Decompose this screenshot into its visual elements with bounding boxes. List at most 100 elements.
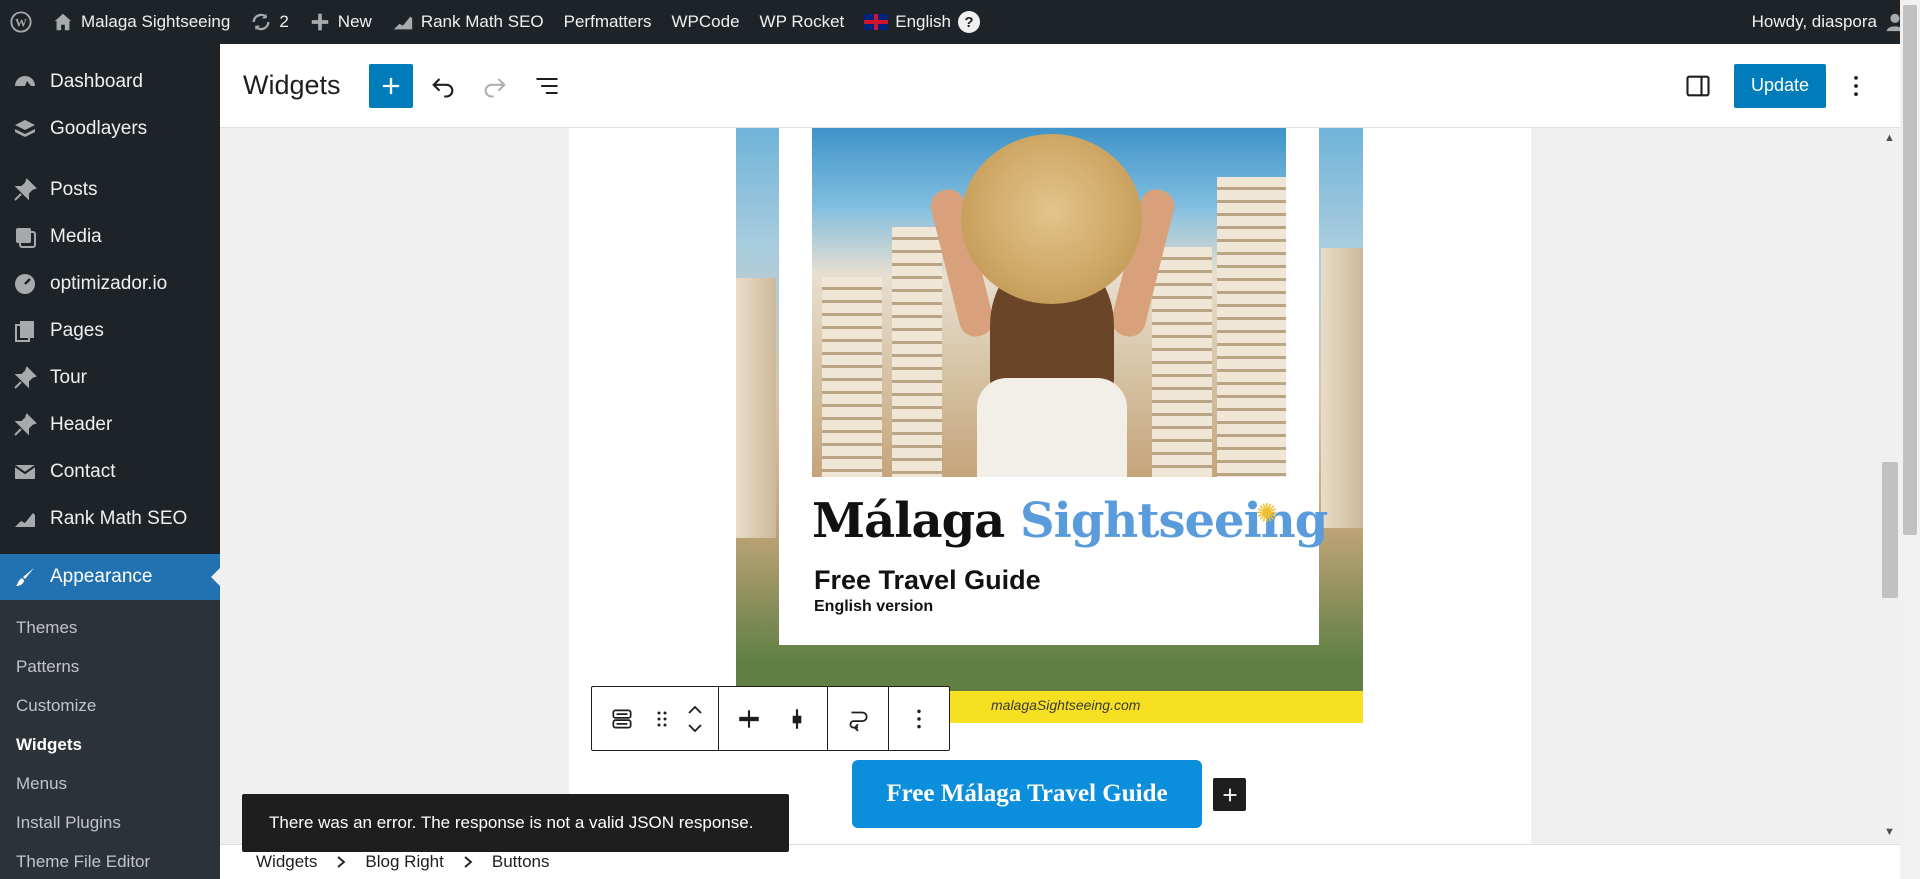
sidebar-item-rank-math[interactable]: Rank Math SEO — [0, 495, 220, 542]
canvas-scrollbar-thumb[interactable] — [1882, 462, 1898, 598]
new-content-link[interactable]: New — [299, 0, 382, 44]
page-scrollbar-thumb[interactable] — [1903, 5, 1917, 535]
rank-math-label: Rank Math SEO — [420, 12, 544, 31]
sidebar-item-label: Tour — [50, 366, 87, 388]
updates-link[interactable]: 2 — [240, 0, 298, 44]
settings-sidebar-button[interactable] — [1676, 64, 1720, 108]
list-view-button[interactable] — [525, 64, 569, 108]
plus-icon — [1223, 788, 1236, 801]
breadcrumb-item-buttons[interactable]: Buttons — [492, 852, 550, 872]
sidebar-item-goodlayers[interactable]: Goodlayers — [0, 105, 220, 152]
submenu-widgets[interactable]: Widgets — [0, 725, 220, 764]
gauge-icon — [12, 271, 38, 297]
toolbar-group-link — [828, 687, 889, 750]
wordpress-logo-button[interactable]: W — [0, 0, 42, 44]
rank-math-link[interactable]: Rank Math SEO — [382, 0, 554, 44]
breadcrumb-item-widgets[interactable]: Widgets — [256, 852, 317, 872]
sidebar-item-appearance[interactable]: Appearance — [0, 554, 220, 600]
chevron-up-icon[interactable] — [685, 702, 705, 718]
buttons-block-icon — [612, 708, 632, 729]
building — [822, 277, 882, 477]
sidebar-item-contact[interactable]: Contact — [0, 448, 220, 495]
sidebar-item-label: Posts — [50, 178, 98, 200]
block-type-button[interactable] — [602, 695, 642, 743]
options-menu-button[interactable] — [1834, 64, 1878, 108]
background-building — [736, 278, 776, 538]
help-icon[interactable]: ? — [958, 11, 981, 33]
submenu-menus[interactable]: Menus — [0, 764, 220, 803]
sidebar-item-tour[interactable]: Tour — [0, 354, 220, 401]
appearance-submenu: Themes Patterns Customize Widgets Menus … — [0, 600, 220, 879]
toolbar-group-block — [592, 687, 719, 750]
sidebar-item-label: Header — [50, 413, 113, 435]
perfmatters-label: Perfmatters — [563, 12, 652, 31]
sidebar-item-header[interactable]: Header — [0, 401, 220, 448]
brand-part2: Sightseeing — [1019, 493, 1328, 549]
sidebar-item-media[interactable]: Media — [0, 213, 220, 260]
block-inserter-button[interactable] — [368, 63, 413, 108]
update-button[interactable]: Update — [1733, 63, 1826, 108]
sun-hat — [961, 134, 1142, 304]
header-actions: Update — [1668, 63, 1878, 108]
language-switcher[interactable]: English ? — [854, 0, 990, 44]
block-mover — [682, 695, 708, 743]
scroll-down-arrow[interactable]: ▼ — [1884, 826, 1895, 838]
block-options-button[interactable] — [899, 695, 939, 743]
wpcode-link[interactable]: WPCode — [662, 0, 750, 44]
sidebar-item-label: Media — [50, 225, 102, 247]
sun-icon: ✺ — [1256, 498, 1278, 528]
media-icon — [12, 224, 38, 250]
submenu-theme-file-editor[interactable]: Theme File Editor — [0, 842, 220, 879]
updates-count: 2 — [279, 12, 289, 31]
shirt — [977, 378, 1127, 477]
background-building — [1321, 248, 1363, 528]
travel-guide-image[interactable]: Málaga Sightseeing ✺ Free Travel Guide E… — [736, 128, 1363, 723]
wp-rocket-label: WP Rocket — [759, 12, 845, 31]
submenu-themes[interactable]: Themes — [0, 608, 220, 647]
submenu-install-plugins[interactable]: Install Plugins — [0, 803, 220, 842]
redo-button[interactable] — [473, 64, 517, 108]
chevron-right-icon — [335, 855, 347, 869]
sidebar-item-label: optimizador.io — [50, 272, 168, 294]
link-icon — [849, 711, 868, 732]
sidebar-item-pages[interactable]: Pages — [0, 307, 220, 354]
language-label: English — [895, 12, 952, 31]
sidebar-item-label: Appearance — [50, 566, 153, 587]
add-block-button[interactable] — [1213, 778, 1246, 811]
chevron-down-icon[interactable] — [685, 720, 705, 736]
my-account-link[interactable]: Howdy, diaspora — [1742, 0, 1920, 44]
sidebar-item-label: Dashboard — [50, 70, 143, 92]
sidebar-item-posts[interactable]: Posts — [0, 166, 220, 213]
site-name-link[interactable]: Malaga Sightseeing — [42, 0, 240, 44]
block-toolbar — [591, 686, 950, 751]
website-url: malagaSightseeing.com — [991, 697, 1141, 713]
submenu-customize[interactable]: Customize — [0, 686, 220, 725]
error-snackbar[interactable]: There was an error. The response is not … — [242, 794, 789, 852]
editor-canvas: Málaga Sightseeing ✺ Free Travel Guide E… — [220, 128, 1900, 844]
sidebar-item-label: Contact — [50, 460, 116, 482]
justify-center-icon — [739, 709, 759, 728]
perfmatters-link[interactable]: Perfmatters — [554, 0, 662, 44]
justify-stretch-button[interactable] — [777, 695, 817, 743]
breadcrumb-item-blog-right[interactable]: Blog Right — [365, 852, 443, 872]
wp-rocket-link[interactable]: WP Rocket — [750, 0, 855, 44]
undo-button[interactable] — [421, 64, 465, 108]
redo-icon — [484, 77, 506, 98]
link-button[interactable] — [838, 695, 878, 743]
drag-handle[interactable] — [650, 695, 674, 743]
dashboard-icon — [12, 69, 38, 95]
justify-left-button[interactable] — [729, 695, 769, 743]
free-guide-cta-button[interactable]: Free Málaga Travel Guide — [852, 760, 1202, 828]
mail-icon — [12, 459, 38, 485]
editor-header: Widgets Update — [220, 44, 1900, 128]
guide-title: Free Travel Guide — [814, 565, 1041, 595]
howdy-label: Howdy, diaspora — [1751, 12, 1877, 31]
page-title: Widgets — [243, 70, 341, 100]
scroll-up-arrow[interactable]: ▲ — [1884, 132, 1895, 144]
sidebar-item-dashboard[interactable]: Dashboard — [0, 58, 220, 105]
building — [892, 227, 942, 477]
building — [1217, 177, 1286, 477]
submenu-patterns[interactable]: Patterns — [0, 647, 220, 686]
sidebar-item-optimizador[interactable]: optimizador.io — [0, 260, 220, 307]
plus-icon — [382, 77, 399, 94]
